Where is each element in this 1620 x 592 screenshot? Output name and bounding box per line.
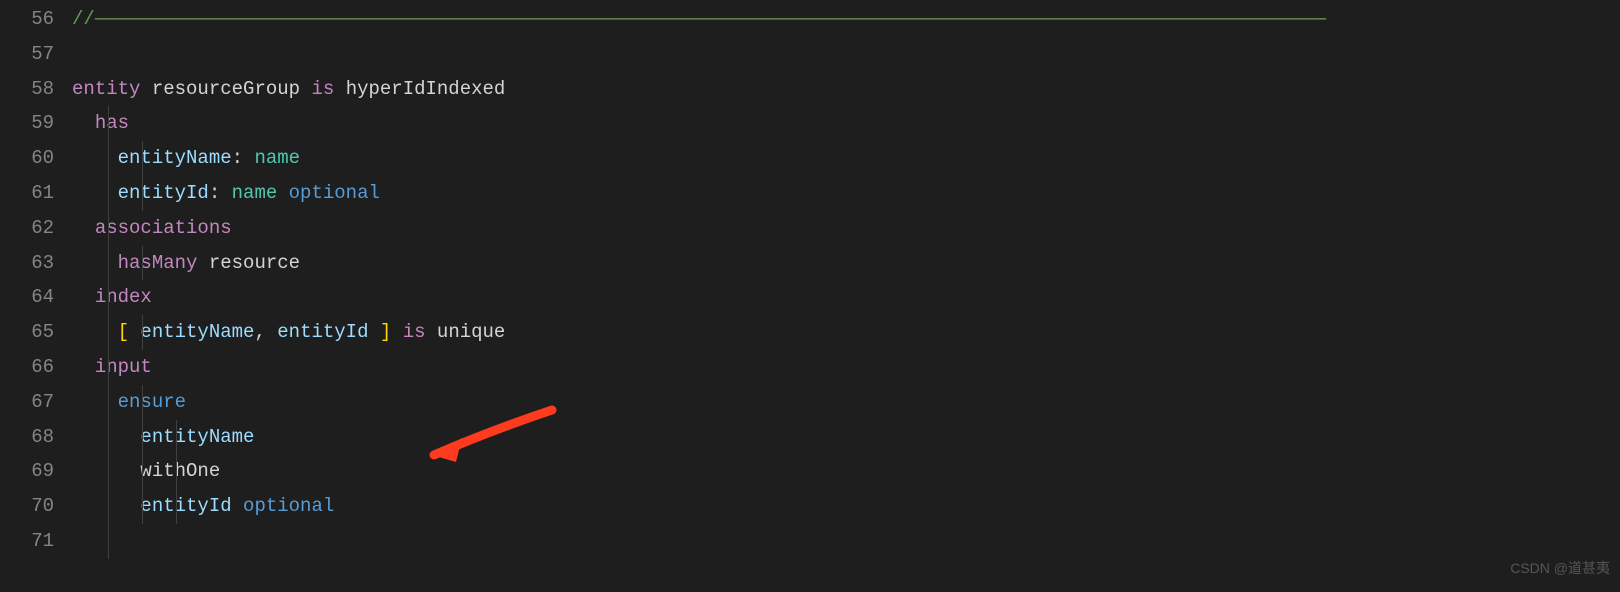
line-number: 64 — [0, 280, 54, 315]
keyword-hasMany: hasMany — [118, 252, 198, 274]
code-line[interactable]: withOne — [72, 454, 1620, 489]
line-number: 68 — [0, 420, 54, 455]
modifier-optional: optional — [289, 182, 380, 204]
code-line[interactable]: has — [72, 106, 1620, 141]
bracket-close: ] — [380, 321, 391, 343]
comment-dashes: ————————————————————————————————————————… — [95, 8, 1326, 30]
line-number: 56 — [0, 2, 54, 37]
field-entityName: entityName — [140, 426, 254, 448]
line-number: 63 — [0, 246, 54, 281]
keyword-is: is — [403, 321, 426, 343]
code-line[interactable]: entityId: name optional — [72, 176, 1620, 211]
type-name: name — [254, 147, 300, 169]
type-hyperIdIndexed: hyperIdIndexed — [346, 78, 506, 100]
line-number: 69 — [0, 454, 54, 489]
field-entityId: entityId — [140, 495, 231, 517]
colon: : — [232, 147, 243, 169]
modifier-optional: optional — [243, 495, 334, 517]
line-number: 59 — [0, 106, 54, 141]
colon: : — [209, 182, 220, 204]
line-number: 70 — [0, 489, 54, 524]
code-line[interactable]: entityName — [72, 420, 1620, 455]
field-entityId: entityId — [118, 182, 209, 204]
line-number-gutter: 56 57 58 59 60 61 62 63 64 65 66 67 68 6… — [0, 0, 72, 592]
keyword-input: input — [95, 356, 152, 378]
identifier-resource: resource — [209, 252, 300, 274]
line-number: 71 — [0, 524, 54, 559]
line-number: 61 — [0, 176, 54, 211]
line-number: 60 — [0, 141, 54, 176]
comment-slashes: // — [72, 8, 95, 30]
code-line[interactable]: associations — [72, 211, 1620, 246]
line-number: 58 — [0, 72, 54, 107]
code-line[interactable] — [72, 524, 1620, 559]
code-line[interactable]: entityName: name — [72, 141, 1620, 176]
line-number: 65 — [0, 315, 54, 350]
line-number: 62 — [0, 211, 54, 246]
keyword-has: has — [95, 112, 129, 134]
code-content[interactable]: //——————————————————————————————————————… — [72, 0, 1620, 592]
code-line[interactable]: input — [72, 350, 1620, 385]
field-entityId: entityId — [277, 321, 368, 343]
comma: , — [254, 321, 265, 343]
keyword-entity: entity — [72, 78, 140, 100]
line-number: 67 — [0, 385, 54, 420]
line-number: 57 — [0, 37, 54, 72]
line-number: 66 — [0, 350, 54, 385]
type-name: name — [232, 182, 278, 204]
code-line[interactable]: [ entityName, entityId ] is unique — [72, 315, 1620, 350]
field-entityName: entityName — [118, 147, 232, 169]
code-line[interactable]: index — [72, 280, 1620, 315]
keyword-unique: unique — [437, 321, 505, 343]
field-entityName: entityName — [140, 321, 254, 343]
keyword-is: is — [311, 78, 334, 100]
code-line[interactable]: entityId optional — [72, 489, 1620, 524]
keyword-associations: associations — [95, 217, 232, 239]
code-line[interactable]: hasMany resource — [72, 246, 1620, 281]
keyword-index: index — [95, 286, 152, 308]
code-editor[interactable]: 56 57 58 59 60 61 62 63 64 65 66 67 68 6… — [0, 0, 1620, 592]
code-line[interactable] — [72, 37, 1620, 72]
keyword-ensure: ensure — [118, 391, 186, 413]
code-line[interactable]: ensure — [72, 385, 1620, 420]
field-withOne: withOne — [140, 460, 220, 482]
watermark-text: CSDN @道甚夷 — [1510, 551, 1610, 586]
identifier-resourceGroup: resourceGroup — [152, 78, 300, 100]
bracket-open: [ — [118, 321, 129, 343]
code-line[interactable]: entity resourceGroup is hyperIdIndexed — [72, 72, 1620, 107]
code-line[interactable]: //——————————————————————————————————————… — [72, 2, 1620, 37]
